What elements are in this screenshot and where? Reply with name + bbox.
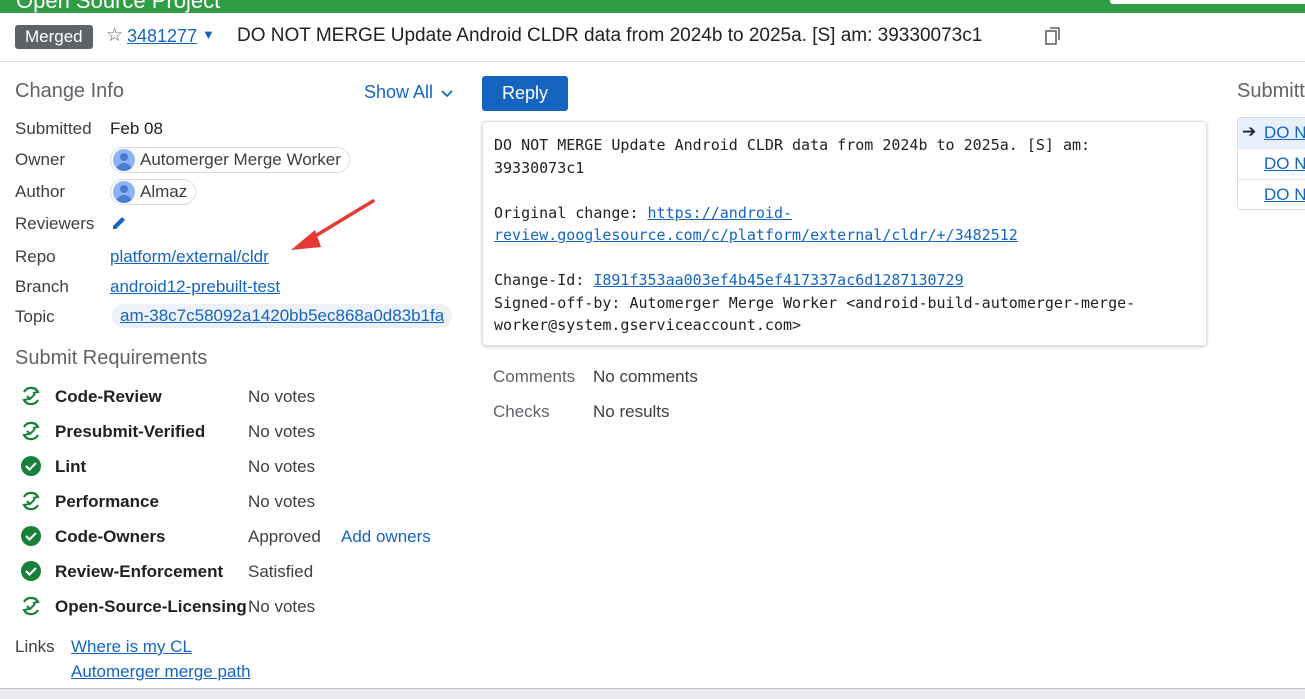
message-line: Original change: https://android- [494,202,1195,225]
annotation-arrow-icon [291,199,375,250]
where-is-my-cl-link[interactable]: Where is my CL [71,637,192,657]
checks-label: Checks [493,402,550,421]
pending-icon [22,421,40,441]
links-label: Links [15,637,55,656]
checks-value: No results [593,402,670,421]
status-badge: Merged [15,25,93,49]
requirement-name: Open-Source-Licensing [55,597,247,616]
change-id-label: Change-Id: [494,271,594,289]
pending-icon [22,596,40,616]
avatar [113,181,135,203]
star-icon[interactable]: ☆ [106,24,123,47]
author-label: Author [15,182,66,201]
branch-label: Branch [15,277,69,296]
topic-link[interactable]: am-38c7c58092a1420bb5ec868a0d83b1fa [112,304,453,328]
check-circle-icon [21,456,41,476]
submitted-label: Submitted [15,119,92,138]
submitted-value: Feb 08 [110,119,163,138]
branch-link[interactable]: android12-prebuilt-test [110,277,280,297]
top-app-bar: Open Source Project [0,0,1305,13]
chevron-down-icon[interactable]: ▼ [202,27,215,42]
message-line: Change-Id: I891f353aa003ef4b45ef417337ac… [494,269,1195,292]
requirement-status: No votes [248,457,316,476]
requirement-name: Code-Review [55,387,162,406]
requirement-name: Review-Enforcement [55,562,224,581]
related-change-item[interactable]: DO NOT MERGE [1238,149,1305,180]
owner-label: Owner [15,150,66,169]
arrow-right-icon: ➔ [1242,122,1257,141]
edit-reviewers-button[interactable] [110,214,128,237]
owner-name: Automerger Merge Worker [140,150,341,169]
requirement-name: Code-Owners [55,527,166,546]
related-change-link[interactable]: DO NOT MERGE [1264,154,1305,174]
repo-link[interactable]: platform/external/cldr [110,247,269,267]
topic-label: Topic [15,307,55,326]
message-line: Signed-off-by: Automerger Merge Worker <… [494,293,1136,312]
show-all-label: Show All [364,82,434,102]
check-circle-icon [21,526,41,546]
message-line: 39330073c1 [494,158,585,177]
change-number-link[interactable]: 3481277 [127,26,197,47]
pending-icon [22,386,40,406]
change-info-panel: Change Info Show All Submitted Feb 08 Ow… [15,80,465,681]
copy-icon[interactable] [1045,27,1061,45]
automerger-merge-path-link[interactable]: Automerger merge path [71,662,251,682]
submit-requirements-title: Submit Requirements [15,347,208,369]
original-change-label: Original change: [494,203,648,222]
message-line: review.googlesource.com/c/platform/exter… [494,224,1195,247]
show-all-button[interactable]: Show All [364,82,453,103]
commit-message: DO NOT MERGE Update Android CLDR data fr… [482,121,1207,346]
repo-label: Repo [15,247,56,266]
comments-value: No comments [593,367,698,386]
requirement-name: Performance [55,492,159,511]
project-title[interactable]: Open Source Project [16,0,220,13]
original-change-link-cont[interactable]: review.googlesource.com/c/platform/exter… [494,226,1018,244]
reply-button[interactable]: Reply [482,76,568,111]
pending-icon [22,491,40,511]
related-change-link[interactable]: DO NOT MERGE [1264,123,1305,143]
related-changes-list: ➔ DO NOT MERGE DO NOT MERGE DO NOT MERGE [1237,117,1305,210]
comments-label: Comments [493,367,576,386]
search-input[interactable] [1110,0,1305,4]
add-owners-link[interactable]: Add owners [341,527,431,547]
related-change-item[interactable]: ➔ DO NOT MERGE [1238,118,1305,149]
message-line: DO NOT MERGE Update Android CLDR data fr… [494,136,1091,154]
change-id-link[interactable]: I891f353aa003ef4b45ef417337ac6d128713072… [593,271,963,289]
change-header: Merged ☆ 3481277 ▼ DO NOT MERGE Update A… [0,13,1305,62]
chevron-down-icon [441,90,453,98]
reviewers-label: Reviewers [15,214,95,233]
change-subject: DO NOT MERGE Update Android CLDR data fr… [237,25,983,46]
requirement-status: No votes [248,597,316,616]
author-name: Almaz [140,182,188,201]
avatar [113,149,135,171]
author-chip[interactable]: Almaz [110,179,197,208]
owner-chip[interactable]: Automerger Merge Worker [110,147,350,176]
check-circle-icon [21,561,41,581]
requirement-status: No votes [248,492,316,511]
related-change-link[interactable]: DO NOT MERGE [1264,185,1305,205]
requirement-name: Presubmit-Verified [55,422,206,441]
related-change-item[interactable]: DO NOT MERGE [1238,180,1305,209]
requirement-status: No votes [248,422,316,441]
requirement-status: Approved [248,527,321,546]
original-change-link[interactable]: https://android- [648,204,793,222]
pencil-icon [113,217,125,229]
requirement-status: Satisfied [248,562,314,581]
bottom-scroll-bar [0,688,1305,699]
message-line: worker@system.gserviceaccount.com> [494,316,802,334]
related-changes-title: Submitted [1237,80,1305,102]
requirement-name: Lint [55,457,87,476]
requirement-status: No votes [248,387,316,406]
